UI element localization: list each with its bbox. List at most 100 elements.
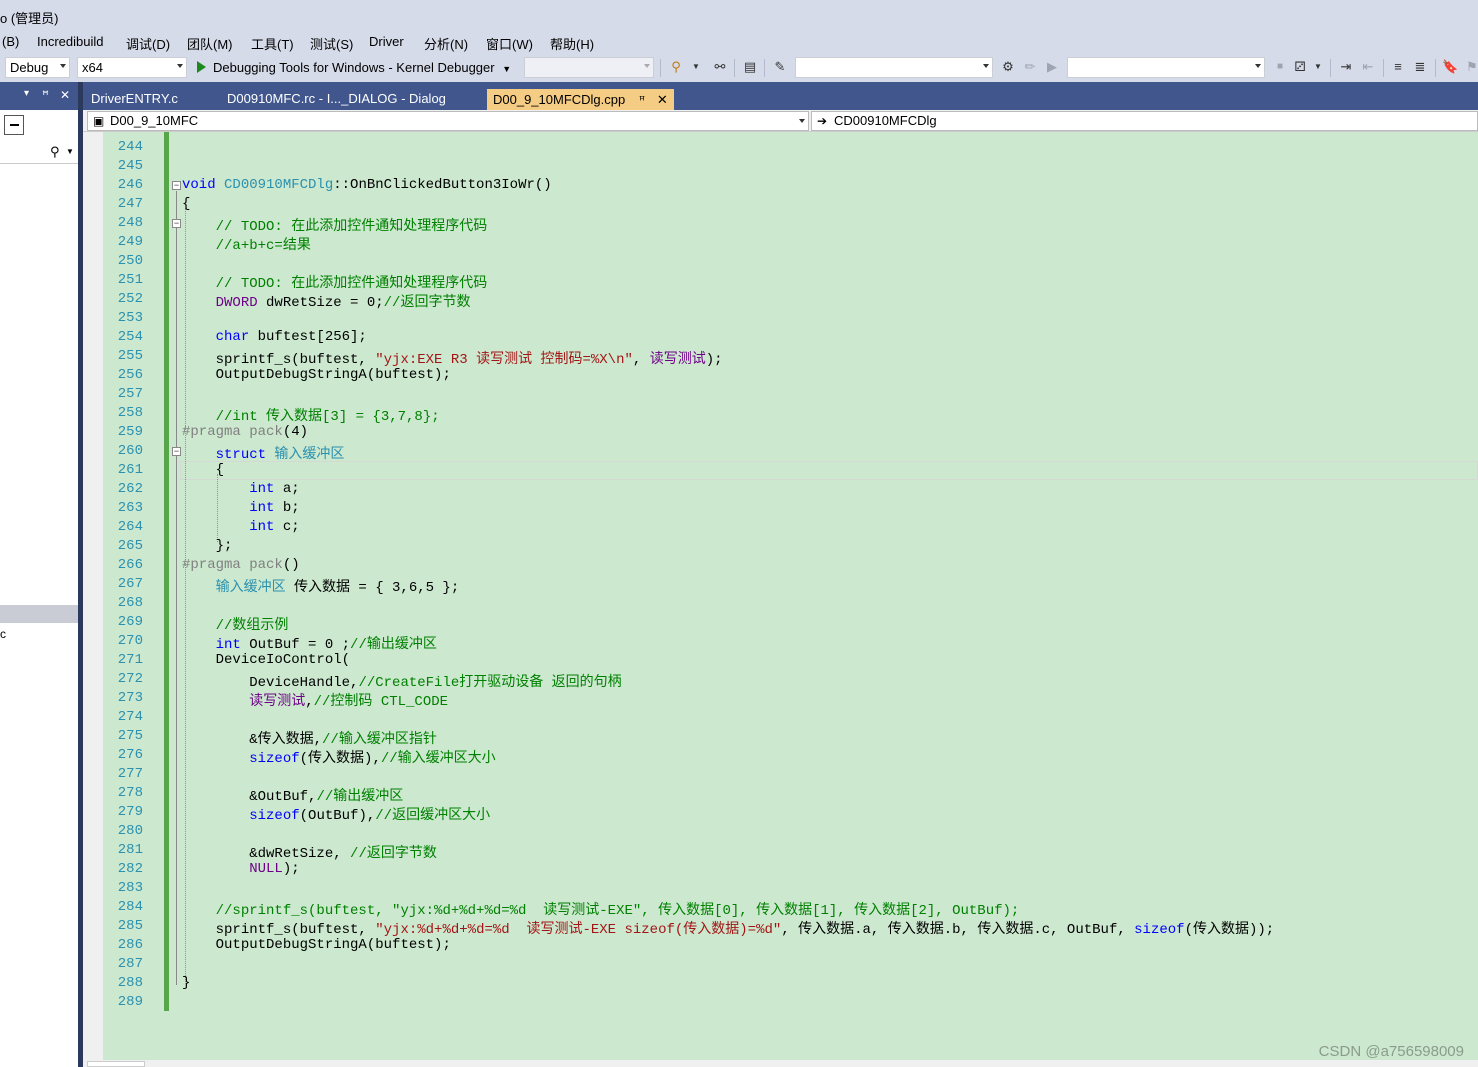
comment-icon[interactable]: ≡	[1390, 59, 1406, 75]
bookmark-icon[interactable]: 🔖	[1442, 59, 1458, 75]
chevron-down-icon	[1255, 64, 1261, 68]
tab-label: DriverENTRY.c	[91, 91, 178, 106]
menu-item-incredibuild[interactable]: Incredibuild	[35, 34, 106, 49]
line-number: 254	[117, 329, 143, 345]
code-token: buftest[256];	[249, 329, 367, 345]
code-token: //输出缓冲区	[350, 637, 437, 653]
code-token: "yjx:EXE R3 读写测试 控制码=%X\n"	[375, 352, 633, 368]
code-line-273: 读写测试,//控制码 CTL_CODE	[182, 690, 448, 710]
code-line-271: DeviceIoControl(	[182, 652, 350, 668]
chevron-down-icon[interactable]: ▼	[688, 59, 704, 75]
menu-item-analyze[interactable]: 分析(N)	[422, 34, 470, 53]
code-token: OutputDebugStringA(buftest);	[215, 367, 451, 383]
search-box[interactable]: ⚲ ▼	[0, 142, 78, 164]
code-line-279: sizeof(OutBuf),//返回缓冲区大小	[182, 804, 490, 824]
next-bookmark-icon[interactable]: ⚑	[1464, 59, 1478, 75]
menu-item-tools[interactable]: 工具(T)	[249, 34, 296, 53]
outdent-icon[interactable]: ⇤	[1360, 59, 1376, 75]
collapse-all-button[interactable]	[4, 115, 24, 135]
code-token: //输入缓冲区大小	[380, 751, 496, 767]
pin-icon[interactable]: ꟸ	[42, 88, 49, 102]
empty-dropdown-3[interactable]	[1067, 57, 1265, 78]
stop-icon[interactable]: ■	[1272, 59, 1288, 75]
line-number: 262	[117, 481, 143, 497]
empty-dropdown-1[interactable]	[524, 57, 654, 78]
code-token: #pragma pack	[182, 557, 283, 573]
chevron-down-icon[interactable]: ▼	[66, 147, 74, 156]
pin-icon[interactable]: ꟸ	[639, 94, 645, 107]
code-token: 读写测试	[649, 352, 706, 368]
start-debugging-button[interactable]: Debugging Tools for Windows - Kernel Deb…	[213, 60, 511, 75]
menu-bar: (B) Incredibuild 调试(D) 团队(M) 工具(T) 测试(S)…	[0, 30, 1478, 54]
tree-item-text[interactable]: c	[0, 627, 6, 641]
code-token: (OutBuf),	[299, 808, 376, 824]
line-number: 259	[117, 424, 143, 440]
code-line-251: // TODO: 在此添加控件通知处理程序代码	[182, 272, 488, 292]
code-editor[interactable]: − − − 244 245 246 247 248 249 250 251 252 253 254 2…	[83, 132, 1478, 1060]
chevron-down-icon	[799, 119, 805, 123]
step-icon[interactable]: ⚂	[1292, 59, 1308, 75]
menu-item-debug[interactable]: 调试(D)	[124, 34, 172, 53]
attach-icon[interactable]: ⚯	[712, 59, 728, 75]
code-token: OutBuf = 0 ;	[240, 637, 351, 653]
line-number: 275	[117, 728, 143, 744]
tab-mfcdlg-cpp[interactable]: D00_9_10MFCDlg.cpp ꟸ ✕	[487, 89, 674, 111]
close-icon[interactable]: ✕	[60, 88, 70, 102]
class-dropdown[interactable]: ➔ CD00910MFCDlg	[811, 111, 1478, 131]
start-debugging-icon[interactable]	[197, 61, 206, 73]
solution-icon[interactable]: ⚙	[1000, 59, 1016, 75]
immediate-icon[interactable]: ✎	[772, 59, 788, 75]
play-icon[interactable]: ▶	[1044, 59, 1060, 75]
line-number: 250	[117, 253, 143, 269]
config-dropdown[interactable]: Debug	[5, 57, 70, 78]
platform-value: x64	[82, 60, 103, 75]
code-token: &OutBuf,	[249, 789, 317, 805]
breakpoints-icon[interactable]: ▤	[742, 59, 758, 75]
line-number: 258	[117, 405, 143, 421]
code-token: 输入缓冲区	[266, 447, 345, 463]
document-tab-bar: DriverENTRY.c D00910MFC.rc - I..._DIALOG…	[83, 82, 1478, 111]
tab-rc-dialog[interactable]: D00910MFC.rc - I..._DIALOG - Dialog	[221, 88, 452, 110]
project-dropdown[interactable]: ▣ D00_9_10MFC	[87, 111, 809, 131]
search-icon[interactable]: ⚲	[50, 144, 60, 160]
chevron-down-icon[interactable]: ▼	[1310, 59, 1326, 75]
line-number: 273	[117, 690, 143, 706]
line-number: 264	[117, 519, 143, 535]
platform-dropdown[interactable]: x64	[77, 57, 187, 78]
menu-item-test[interactable]: 测试(S)	[308, 34, 355, 53]
empty-dropdown-2[interactable]	[795, 57, 993, 78]
menu-item-help[interactable]: 帮助(H)	[548, 34, 596, 53]
tab-driverentry[interactable]: DriverENTRY.c	[85, 88, 184, 110]
code-token: //返回字节数	[350, 846, 437, 862]
code-token: );	[705, 352, 723, 368]
code-line-252: DWORD dwRetSize = 0;//返回字节数	[182, 291, 471, 311]
line-number: 257	[117, 386, 143, 402]
code-token: void	[182, 177, 216, 193]
line-number: 289	[117, 994, 143, 1010]
menu-item-build[interactable]: (B)	[0, 34, 21, 49]
close-icon[interactable]: ✕	[657, 92, 668, 108]
glyph-margin	[83, 132, 103, 1060]
zoom-dropdown[interactable]	[87, 1061, 145, 1067]
uncomment-icon[interactable]: ≣	[1412, 59, 1428, 75]
code-token: 输入缓冲区	[215, 580, 286, 596]
code-line-270: int OutBuf = 0 ;//输出缓冲区	[182, 633, 437, 653]
menu-item-driver[interactable]: Driver	[367, 34, 406, 49]
code-token: }	[182, 975, 191, 991]
menu-item-team[interactable]: 团队(M)	[185, 34, 235, 53]
line-number: 263	[117, 500, 143, 516]
fold-toggle-icon[interactable]: −	[172, 181, 181, 190]
indent-icon[interactable]: ⇥	[1338, 59, 1354, 75]
panel-dropdown-icon[interactable]: ▾	[24, 88, 29, 99]
fold-toggle-icon[interactable]: −	[172, 447, 181, 456]
line-number: 282	[117, 861, 143, 877]
line-number: 252	[117, 291, 143, 307]
menu-item-window[interactable]: 窗口(W)	[484, 34, 535, 53]
code-token: //输入缓冲区指针	[322, 732, 437, 748]
fold-toggle-icon[interactable]: −	[172, 219, 181, 228]
find-in-files-icon[interactable]: ⚲	[668, 59, 684, 75]
code-token: dwRetSize = 0;	[257, 295, 384, 311]
selected-tree-item[interactable]	[0, 605, 78, 623]
line-number: 249	[117, 234, 143, 250]
pencil-icon[interactable]: ✏	[1022, 59, 1038, 75]
